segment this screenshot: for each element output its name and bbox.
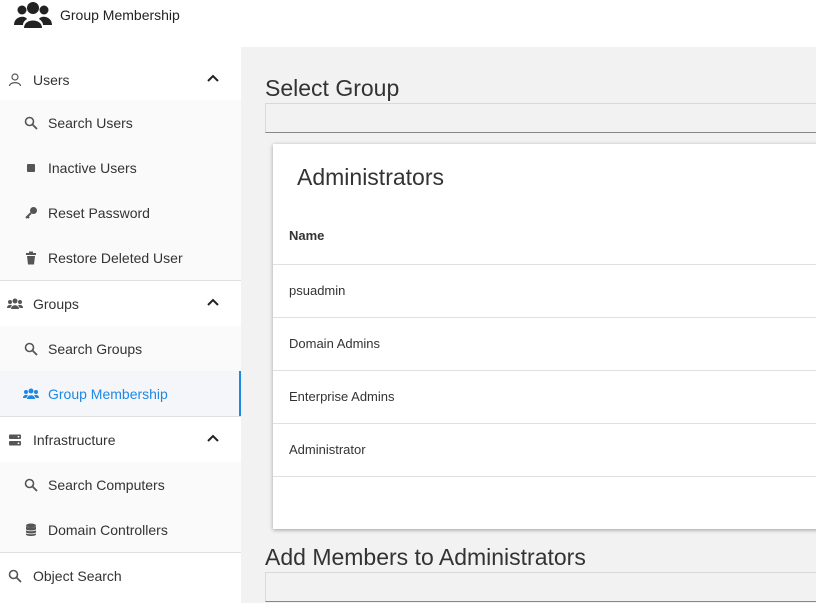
search-icon	[23, 115, 39, 131]
group-icon	[23, 386, 39, 402]
name-column-header[interactable]: Name	[289, 228, 324, 243]
sidebar-item-restore-deleted-user[interactable]: Restore Deleted User	[0, 235, 241, 280]
person-icon	[7, 72, 23, 88]
sidebar-item-label: Restore Deleted User	[48, 249, 183, 266]
sidebar-item-label: Domain Controllers	[48, 521, 168, 538]
member-name: Administrator	[289, 442, 366, 457]
table-row[interactable]: Enterprise Admins	[273, 370, 816, 423]
group-icon	[7, 296, 23, 312]
sidebar-section-users[interactable]: Users	[0, 57, 241, 102]
search-icon	[23, 477, 39, 493]
server-icon	[7, 432, 23, 448]
table-row[interactable]: psuadmin	[273, 264, 816, 317]
stop-icon	[23, 160, 39, 176]
trash-icon	[23, 250, 39, 266]
sidebar-item-group-membership[interactable]: Group Membership	[0, 371, 241, 416]
sidebar-item-label: Group Membership	[48, 385, 168, 402]
main-content: Select Group Administrators Name psuadmi…	[241, 47, 816, 603]
sidebar-item-domain-controllers[interactable]: Domain Controllers	[0, 507, 241, 552]
chevron-up-icon[interactable]	[206, 431, 220, 445]
sidebar-item-search-users[interactable]: Search Users	[0, 100, 241, 145]
search-icon	[23, 341, 39, 357]
member-name: Enterprise Admins	[289, 389, 395, 404]
sidebar-item-object-search[interactable]: Object Search	[0, 553, 241, 598]
member-name: psuadmin	[289, 283, 346, 298]
table-row[interactable]: Administrator	[273, 423, 816, 476]
sidebar-item-search-computers[interactable]: Search Computers	[0, 462, 241, 507]
add-members-heading: Add Members to Administrators	[265, 544, 586, 570]
sidebar-item-inactive-users[interactable]: Inactive Users	[0, 145, 241, 190]
search-icon	[7, 568, 23, 584]
members-card: Administrators Name psuadmin Domain Admi…	[273, 144, 816, 529]
select-group-heading: Select Group	[265, 75, 400, 101]
sidebar-section-groups[interactable]: Groups	[0, 281, 241, 326]
sidebar-item-label: Reset Password	[48, 204, 150, 221]
app-title: Group Membership	[60, 7, 180, 23]
sidebar-item-search-groups[interactable]: Search Groups	[0, 326, 241, 371]
sidebar-section-label: Infrastructure	[33, 431, 116, 448]
sidebar-item-label: Search Users	[48, 114, 133, 131]
sidebar-item-label: Object Search	[33, 567, 122, 584]
group-icon	[14, 2, 52, 28]
sidebar-item-label: Search Computers	[48, 476, 165, 493]
sidebar-section-label: Groups	[33, 295, 79, 312]
sidebar-section-label: Users	[33, 71, 70, 88]
top-bar: Group Membership	[0, 0, 816, 47]
table-row-empty	[273, 476, 816, 529]
sidebar-item-label: Search Groups	[48, 340, 143, 357]
sidebar: Users Search Users Inactive Users Reset …	[0, 57, 241, 603]
add-members-input[interactable]	[265, 572, 816, 602]
chevron-up-icon[interactable]	[206, 295, 220, 309]
database-icon	[23, 522, 39, 538]
sidebar-item-reset-password[interactable]: Reset Password	[0, 190, 241, 235]
chevron-up-icon[interactable]	[206, 71, 220, 85]
sidebar-section-infrastructure[interactable]: Infrastructure	[0, 417, 241, 462]
key-icon	[23, 205, 39, 221]
member-name: Domain Admins	[289, 336, 381, 351]
sidebar-item-label: Inactive Users	[48, 159, 137, 176]
group-select[interactable]	[265, 103, 816, 133]
card-title: Administrators	[297, 164, 444, 190]
table-row[interactable]: Domain Admins	[273, 317, 816, 370]
